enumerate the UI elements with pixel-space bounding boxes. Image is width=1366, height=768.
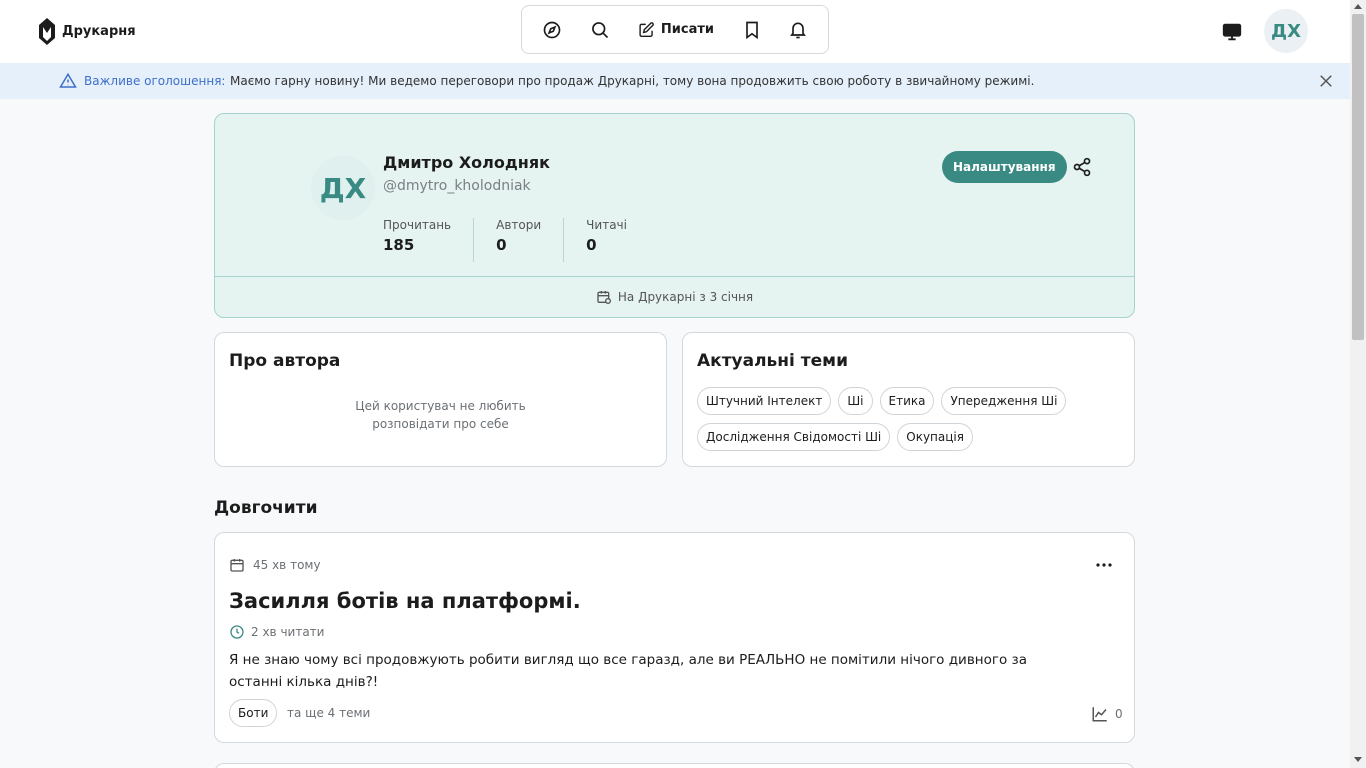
topic-chip[interactable]: Дослідження Свідомості Ші <box>697 423 891 451</box>
stat-label: Прочитань <box>383 218 452 232</box>
profile-avatar: ДХ <box>311 156 375 220</box>
article-views: 0 <box>1091 705 1123 723</box>
scroll-down-arrow[interactable] <box>1354 757 1362 762</box>
about-text-line: розповідати про себе <box>372 417 509 431</box>
stat-value: 0 <box>496 236 507 254</box>
stat-value: 0 <box>586 236 597 254</box>
stat-label: Читачі <box>586 218 627 232</box>
stat-reads: Прочитань 185 <box>383 218 475 262</box>
stat-readers[interactable]: Читачі 0 <box>586 218 649 262</box>
topic-chip[interactable]: Етика <box>879 387 935 415</box>
about-card: Про автора Цей користувач не любить розп… <box>214 332 667 467</box>
article-read-time: 2 хв читати <box>229 624 324 640</box>
main-nav: Писати <box>521 5 829 54</box>
more-options-icon[interactable] <box>1095 557 1113 573</box>
bell-icon <box>790 22 806 38</box>
close-icon[interactable] <box>1317 72 1335 90</box>
article-date-text: 45 хв тому <box>253 558 321 572</box>
scroll-up-arrow[interactable] <box>1354 4 1362 9</box>
theme-toggle-button[interactable] <box>1218 18 1246 46</box>
profile-joined: На Друкарні з 3 січня <box>215 276 1134 317</box>
announcement-banner: Важливе оголошення: Маємо гарну новину! … <box>0 63 1350 99</box>
article-more-topics[interactable]: та ще 4 теми <box>287 706 370 720</box>
explore-button[interactable] <box>540 6 564 53</box>
scroll-thumb[interactable] <box>1352 14 1364 340</box>
article-card[interactable]: 45 хв тому Засилля ботів на платформі. 2… <box>214 532 1135 743</box>
write-button[interactable]: Писати <box>638 6 714 53</box>
write-label: Писати <box>660 22 714 37</box>
views-count: 0 <box>1115 707 1123 721</box>
longreads-section-title: Довгочити <box>214 498 318 518</box>
topic-chips: Штучний Інтелект Ші Етика Упередження Ші… <box>697 387 1127 451</box>
announcement-label: Важливе оголошення: <box>84 74 226 88</box>
stat-authors[interactable]: Автори 0 <box>496 218 565 262</box>
about-text-line: Цей користувач не любить <box>355 399 526 413</box>
about-text: Цей користувач не любить розповідати про… <box>215 397 666 433</box>
bookmarks-button[interactable] <box>740 6 764 53</box>
logo[interactable]: Друкарня <box>38 18 136 45</box>
excerpt-line: останні кілька днів?! <box>229 674 379 690</box>
topic-chip[interactable]: Ші <box>838 387 873 415</box>
profile-card: ДХ Дмитро Холодняк @dmytro_kholodniak Пр… <box>214 113 1135 318</box>
search-icon <box>592 21 609 38</box>
clock-icon <box>230 625 244 639</box>
topic-chip[interactable]: Упередження Ші <box>941 387 1067 415</box>
monitor-icon <box>1222 23 1242 41</box>
warning-icon <box>59 72 77 88</box>
top-header: Друкарня Писати ДХ <box>0 0 1350 63</box>
compass-icon <box>543 21 561 38</box>
logo-icon <box>39 18 55 45</box>
profile-name: Дмитро Холодняк <box>383 153 550 172</box>
user-avatar-button[interactable]: ДХ <box>1264 9 1308 53</box>
bookmark-icon <box>746 21 758 39</box>
chart-line-icon <box>1092 707 1107 722</box>
topic-chip[interactable]: Окупація <box>897 423 973 451</box>
profile-stats: Прочитань 185 Автори 0 Читачі 0 <box>383 218 671 262</box>
article-tag[interactable]: Боти <box>229 699 278 727</box>
calendar-icon <box>230 559 244 572</box>
topic-chip[interactable]: Штучний Інтелект <box>697 387 832 415</box>
excerpt-line: Я не знаю чому всі продовжують робити ви… <box>229 652 1027 668</box>
stat-label: Автори <box>496 218 542 232</box>
topics-card: Актуальні теми Штучний Інтелект Ші Етика… <box>682 332 1135 467</box>
read-time-text: 2 хв читати <box>251 625 325 639</box>
share-icon[interactable] <box>1072 157 1092 177</box>
notifications-button[interactable] <box>786 6 810 53</box>
article-title[interactable]: Засилля ботів на платформі. <box>229 589 581 613</box>
calendar-check-icon <box>597 291 611 304</box>
joined-text: На Друкарні з 3 січня <box>617 290 754 304</box>
profile-handle: @dmytro_kholodniak <box>383 178 531 194</box>
article-excerpt: Я не знаю чому всі продовжують робити ви… <box>229 649 1029 693</box>
topics-title: Актуальні теми <box>697 351 848 371</box>
page-scrollbar[interactable] <box>1350 0 1366 768</box>
search-button[interactable] <box>588 6 612 53</box>
article-date: 45 хв тому <box>229 557 321 573</box>
about-title: Про автора <box>229 351 341 371</box>
announcement-text: Маємо гарну новину! Ми ведемо переговори… <box>230 74 1035 88</box>
stat-value: 185 <box>383 236 415 254</box>
settings-button[interactable]: Налаштування <box>942 151 1067 183</box>
pencil-square-icon <box>639 21 654 37</box>
next-article-card[interactable] <box>214 763 1135 768</box>
logo-text: Друкарня <box>62 24 136 39</box>
